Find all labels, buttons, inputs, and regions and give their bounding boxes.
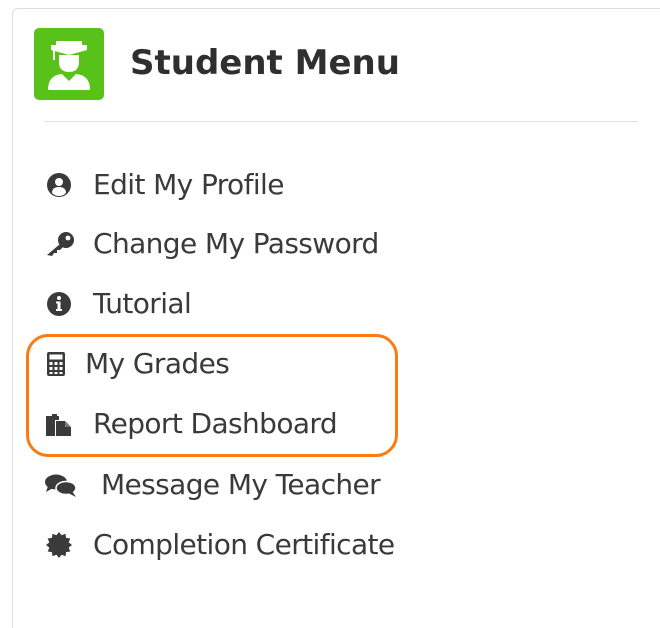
menu-item-tutorial[interactable]: Tutorial	[44, 282, 224, 326]
menu-item-report-dashboard[interactable]: Report Dashboard	[44, 402, 384, 446]
key-icon	[47, 232, 74, 256]
user-circle-icon	[47, 173, 71, 197]
menu-item-label: My Grades	[85, 347, 230, 380]
info-circle-icon	[47, 292, 71, 316]
certificate-badge-icon	[46, 532, 72, 558]
menu-item-change-password[interactable]: Change My Password	[44, 222, 414, 266]
menu-item-label: Report Dashboard	[93, 407, 338, 440]
menu-item-message-teacher[interactable]: Message My Teacher	[44, 463, 414, 507]
chat-bubbles-icon	[45, 474, 77, 497]
clipboard-icon	[46, 414, 71, 436]
calculator-icon	[47, 352, 65, 376]
menu-item-label: Edit My Profile	[93, 168, 284, 201]
student-graduate-icon	[34, 28, 104, 100]
menu-item-label: Tutorial	[93, 287, 192, 320]
menu-item-label: Message My Teacher	[101, 468, 381, 501]
menu-item-label: Completion Certificate	[93, 528, 395, 561]
menu-item-label: Change My Password	[93, 227, 379, 260]
menu-item-my-grades[interactable]: My Grades	[44, 342, 264, 386]
page-title: Student Menu	[130, 43, 400, 83]
header-divider	[44, 121, 638, 122]
menu-item-completion-certificate[interactable]: Completion Certificate	[44, 523, 424, 567]
menu-item-edit-profile[interactable]: Edit My Profile	[44, 163, 314, 207]
